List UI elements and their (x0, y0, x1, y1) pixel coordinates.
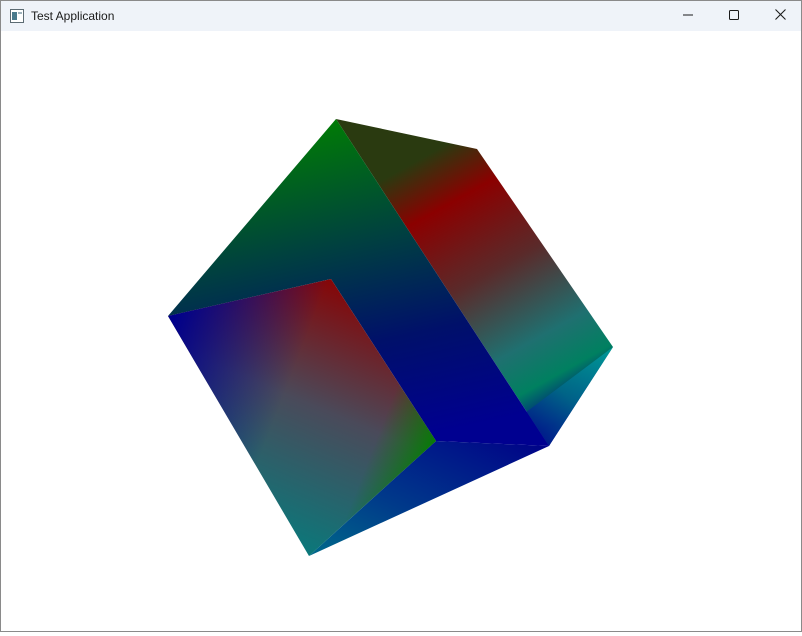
minimize-button[interactable] (665, 1, 711, 31)
close-button[interactable] (757, 1, 802, 31)
maximize-button[interactable] (711, 1, 757, 31)
application-window: Test Application (0, 0, 802, 632)
render-viewport[interactable] (1, 31, 801, 631)
close-icon (774, 7, 786, 25)
maximize-icon (729, 7, 739, 25)
minimize-icon (683, 7, 693, 25)
window-title: Test Application (31, 9, 115, 23)
app-window-icon (10, 9, 24, 23)
cube-render (168, 119, 613, 556)
title-bar[interactable]: Test Application (1, 1, 801, 31)
